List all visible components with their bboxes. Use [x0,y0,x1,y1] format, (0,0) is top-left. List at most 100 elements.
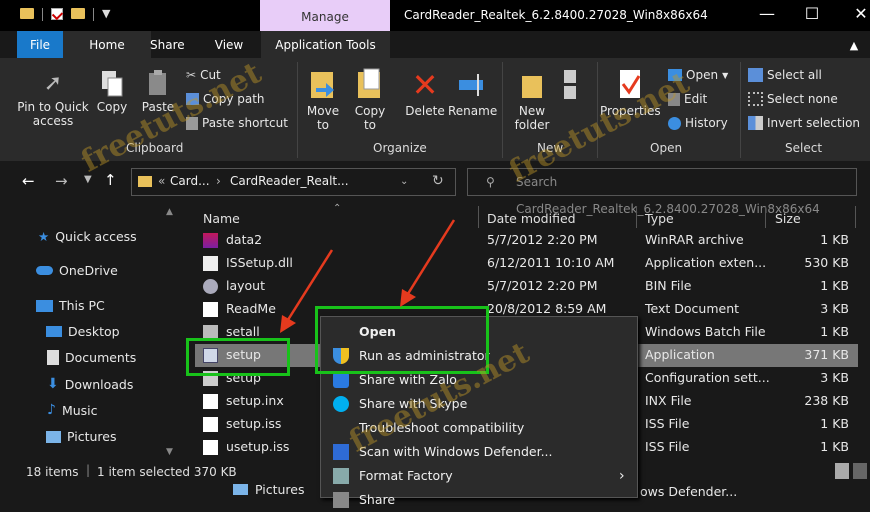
copy-path-button[interactable]: Copy path [186,92,265,106]
properties-check-icon[interactable] [51,8,63,20]
menu-item-share[interactable]: Share [321,488,637,512]
breadcrumb-current[interactable]: CardReader_Realt... [230,174,349,188]
file-type: Application [645,347,715,362]
tab-application-tools[interactable]: Application Tools [261,31,390,58]
cut-button[interactable]: ✂ Cut [186,68,221,82]
column-type[interactable]: Type [645,211,674,226]
nav-label: Downloads [64,376,134,392]
large-icons-view-icon[interactable] [853,463,867,479]
paste-shortcut-button[interactable]: Paste shortcut [186,116,288,130]
background-defender-label: ows Defender... [640,484,738,499]
menu-label: Scan with Windows Defender... [359,444,553,459]
minimize-button[interactable]: — [752,4,782,23]
folder-icon[interactable] [20,8,34,19]
move-to-button[interactable]: Move to [303,68,343,132]
copy-to-button[interactable]: Copy to [350,68,390,132]
file-type: ISS File [645,439,690,454]
column-name[interactable]: Name [203,211,240,226]
file-size: 1 KB [820,232,849,247]
nav-downloads[interactable]: ⬇ Downloads [47,376,133,392]
collapse-ribbon-icon[interactable]: ▲ [844,31,864,58]
forward-arrow-icon[interactable]: → [55,172,68,190]
new-group-label: New [537,141,564,155]
recent-locations-icon[interactable]: ▼ [84,174,92,185]
paste-shortcut-label: Paste shortcut [202,116,288,130]
select-group-label: Select [785,141,823,155]
nav-onedrive[interactable]: OneDrive [36,263,118,278]
rename-button[interactable]: Rename [448,68,497,118]
menu-item-scan-defender[interactable]: Scan with Windows Defender... [321,440,637,464]
column-size[interactable]: Size [775,211,801,226]
properties-icon [600,68,660,104]
nav-label: Desktop [68,324,120,339]
properties-button[interactable]: Properties [600,68,661,118]
tab-home[interactable]: Home [63,31,151,58]
delete-button[interactable]: ✕ Delete [403,68,447,118]
highlight-box-setup [186,338,290,376]
breadcrumb-card[interactable]: Card... [170,174,210,188]
navigation-pane: ★ Quick access OneDrive This PC Desktop D… [0,201,182,460]
breadcrumb-overflow[interactable]: « [158,174,165,188]
pin-icon: ➚ [43,71,63,96]
move-to-label: Move to [306,104,340,132]
divider [478,206,479,228]
close-button[interactable]: ✕ [846,4,870,23]
select-all-button[interactable]: Select all [748,68,822,82]
paste-button[interactable]: Paste [140,70,176,114]
select-none-button[interactable]: Select none [748,92,838,106]
customize-qat-icon[interactable]: ▼ [102,8,110,21]
file-date: 5/7/2012 2:20 PM [487,278,598,293]
menu-item-troubleshoot[interactable]: Troubleshoot compatibility [321,416,637,440]
pictures-icon [46,430,61,443]
new-item-icon [558,68,588,104]
file-name: setup.iss [226,416,282,431]
new-folder-icon[interactable] [71,8,85,19]
edit-button[interactable]: Edit [668,92,707,106]
divider [740,62,741,158]
tab-file[interactable]: File [17,31,63,58]
menu-item-format-factory[interactable]: Format Factory › [321,464,637,488]
search-input[interactable]: ⚲ Search CardReader_Realtek_6.2.8400.270… [467,168,857,216]
details-view-icon[interactable] [835,463,849,479]
history-button[interactable]: History [668,116,728,130]
column-date-modified[interactable]: Date modified [487,211,576,226]
red-arrow-icon [400,219,456,307]
nav-quick-access[interactable]: ★ Quick access [38,229,137,244]
address-field[interactable]: « Card... › CardReader_Realt... ⌄ ↻ [131,168,456,196]
nav-music[interactable]: ♪ Music [47,402,98,418]
tab-view[interactable]: View [212,31,246,58]
scroll-down-icon[interactable]: ▼ [166,447,173,457]
maximize-button[interactable]: ☐ [797,4,827,23]
nav-pictures[interactable]: Pictures [46,429,117,444]
zalo-icon [333,372,349,388]
new-folder-label: New folder [514,104,550,132]
invert-selection-button[interactable]: Invert selection [748,116,860,130]
delete-label: Delete [405,104,445,118]
open-label: Open [686,68,719,82]
open-button[interactable]: Open ▼ [668,68,728,82]
file-size: 1 KB [820,416,849,431]
new-item-button[interactable] [558,68,588,104]
pin-to-quick-access-button[interactable]: ➚ Pin to Quick access [16,70,90,128]
refresh-icon[interactable]: ↻ [432,173,444,189]
new-folder-button[interactable]: New folder [508,68,556,132]
file-size: 3 KB [820,301,849,316]
format-factory-icon [333,468,349,484]
manage-context-tab[interactable]: Manage [260,0,390,31]
delete-x-icon: ✕ [411,66,439,104]
scroll-up-icon[interactable]: ▲ [166,207,173,217]
pin-label: Pin to Quick access [17,100,89,128]
nav-documents[interactable]: Documents [47,350,136,365]
tab-share[interactable]: Share [150,31,185,58]
address-bar-row: ← → ▼ ↑ « Card... › CardReader_Realt... … [0,161,870,216]
copy-button[interactable]: Copy [94,70,130,114]
up-arrow-icon[interactable]: ↑ [104,171,117,189]
back-arrow-icon[interactable]: ← [22,172,35,190]
new-folder-icon [508,68,556,104]
address-dropdown-icon[interactable]: ⌄ [400,176,408,187]
clipboard-group-label: Clipboard [126,141,184,155]
menu-item-share-skype[interactable]: Share with Skype [321,392,637,416]
nav-desktop[interactable]: Desktop [46,324,120,339]
nav-this-pc[interactable]: This PC [36,298,105,313]
file-size: 371 KB [804,347,849,362]
